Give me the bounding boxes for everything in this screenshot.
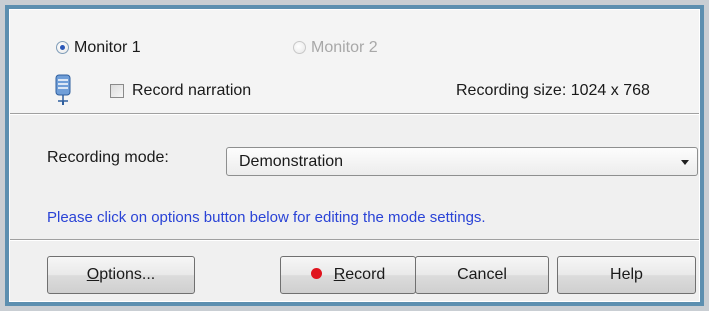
monitor1-radio[interactable] [56, 41, 69, 54]
microphone-icon [55, 74, 71, 105]
recording-mode-label: Recording mode: [47, 149, 169, 166]
monitor-section: Monitor 1 Monitor 2 Record narration Rec… [10, 10, 699, 113]
cancel-button[interactable]: Cancel [415, 256, 549, 294]
record-narration-label[interactable]: Record narration [132, 82, 251, 100]
window-body: Monitor 1 Monitor 2 Record narration Rec… [9, 9, 700, 302]
options-hint-text: Please click on options button below for… [47, 209, 486, 226]
recording-options-window: Monitor 1 Monitor 2 Record narration Rec… [5, 5, 704, 306]
options-button-label: ptions... [99, 266, 156, 283]
record-button[interactable]: Record [280, 256, 416, 294]
help-button[interactable]: Help [557, 256, 696, 294]
options-button[interactable]: Options... [47, 256, 195, 294]
record-dot-icon [310, 268, 322, 280]
top-divider [10, 113, 699, 115]
monitor2-radio[interactable] [293, 41, 306, 54]
record-button-mnemonic: R [333, 266, 346, 283]
record-button-label: ecord [345, 266, 386, 283]
options-button-mnemonic: O [86, 266, 100, 283]
recording-mode-value: Demonstration [239, 153, 344, 170]
record-narration-checkbox[interactable] [110, 84, 124, 98]
monitor1-label[interactable]: Monitor 1 [74, 39, 141, 57]
dropdown-arrow-icon[interactable] [681, 160, 689, 165]
recording-mode-select[interactable]: Demonstration [226, 147, 698, 176]
bottom-divider [10, 239, 699, 241]
monitor2-label[interactable]: Monitor 2 [311, 39, 378, 57]
recording-size-label: Recording size: 1024 x 768 [456, 82, 650, 99]
